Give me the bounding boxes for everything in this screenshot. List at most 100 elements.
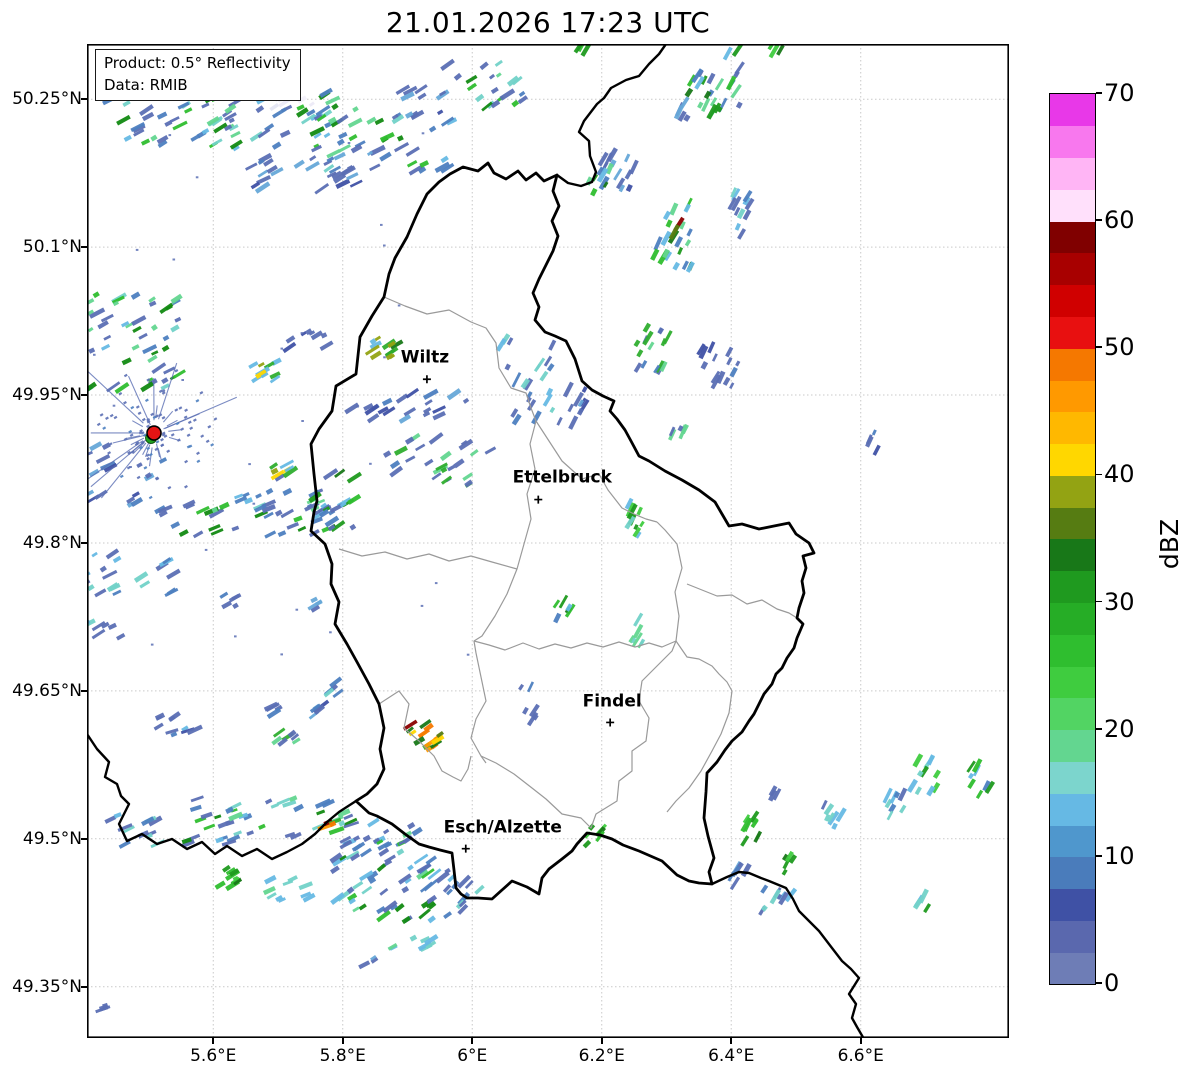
colorbar-axis-label: dBZ — [1155, 518, 1184, 570]
colorbar-tick-mark — [1096, 473, 1102, 476]
colorbar-band — [1050, 666, 1095, 699]
colorbar-band — [1050, 856, 1095, 890]
y-tick-mark — [81, 690, 87, 692]
colorbar-band — [1050, 348, 1095, 381]
colorbar-tick-mark — [1096, 346, 1102, 349]
colorbar-band — [1050, 221, 1095, 254]
y-tick-label: 49.65°N — [12, 680, 82, 701]
x-tick-label: 6.2°E — [578, 1046, 625, 1066]
colorbar-tick-label: 0 — [1104, 969, 1120, 997]
colorbar-tick-label: 40 — [1104, 460, 1135, 489]
canton-border — [338, 548, 518, 570]
city-label: Ettelbruck — [513, 468, 613, 488]
city-label: Esch/Alzette — [444, 818, 562, 838]
x-tick-label: 6°E — [457, 1046, 488, 1066]
canton-border — [473, 640, 677, 829]
colorbar-band — [1050, 507, 1095, 540]
luxembourg-border — [309, 161, 816, 901]
colorbar-band — [1050, 920, 1095, 953]
colorbar-band — [1050, 125, 1095, 159]
y-tick-mark — [81, 394, 87, 396]
colorbar-tick-mark — [1096, 982, 1102, 984]
y-tick-label: 49.95°N — [12, 385, 82, 406]
product-info-box: Product: 0.5° Reflectivity Data: RMIB — [95, 49, 301, 101]
city-label: Wiltz — [401, 347, 450, 367]
colorbar-band — [1050, 793, 1095, 826]
colorbar-tick-label: 70 — [1104, 79, 1135, 107]
colorbar-band — [1050, 284, 1095, 317]
radar-map-svg: Wiltz Ettelbruck Findel Esch/Alzette — [87, 44, 1009, 1038]
canton-border — [686, 583, 798, 619]
colorbar-band — [1050, 94, 1095, 127]
city-marker-icon — [461, 844, 470, 853]
y-tick-mark — [81, 98, 87, 101]
colorbar-band — [1050, 157, 1095, 190]
colorbar-band — [1050, 189, 1095, 222]
radar-site-dot — [146, 425, 162, 441]
colorbar-band — [1050, 729, 1095, 762]
city-findel: Findel — [583, 691, 642, 727]
colorbar-band — [1050, 316, 1095, 349]
x-tick-mark — [341, 1038, 344, 1044]
colorbar-band — [1050, 411, 1095, 445]
colorbar-tick-mark — [1096, 855, 1102, 857]
y-tick-mark — [81, 246, 87, 248]
canton-border — [656, 521, 683, 642]
colorbar-tick-label: 30 — [1104, 587, 1135, 616]
x-tick-mark — [600, 1038, 603, 1044]
colorbar-band — [1050, 443, 1095, 476]
canton-border — [378, 690, 472, 782]
colorbar-band — [1050, 888, 1095, 921]
y-tick-label: 49.5°N — [22, 828, 82, 849]
canton-border — [666, 640, 733, 813]
colorbar-band — [1050, 602, 1095, 635]
y-tick-label: 50.1°N — [22, 237, 82, 258]
y-tick-mark — [81, 838, 87, 840]
colorbar-band — [1050, 475, 1095, 508]
radar-echoes — [87, 44, 996, 1014]
colorbar-tick-mark — [1096, 727, 1102, 730]
y-tick-mark — [81, 985, 87, 988]
canton-borders — [338, 296, 798, 829]
colorbar-band — [1050, 761, 1095, 794]
city-marker-icon — [534, 495, 543, 504]
x-tick-mark — [859, 1038, 862, 1044]
radar-map-app: 21.01.2026 17:23 UTC Wiltz Ettelbruck Find… — [0, 0, 1184, 1081]
colorbar-tick-mark — [1096, 92, 1102, 94]
y-tick-mark — [81, 542, 87, 544]
city-esch-alzette: Esch/Alzette — [444, 818, 562, 853]
data-source-line: Data: RMIB — [104, 76, 188, 94]
colorbar-band — [1050, 697, 1095, 731]
city-marker-icon — [606, 718, 615, 727]
colorbar-band — [1050, 380, 1095, 413]
colorbar-tick-mark — [1096, 600, 1102, 603]
grid-lines — [87, 44, 1009, 1038]
y-tick-label: 50.25°N — [12, 89, 82, 110]
y-tick-label: 49.35°N — [12, 976, 82, 997]
city-marker-icon — [422, 375, 431, 384]
page-title: 21.01.2026 17:23 UTC — [385, 6, 711, 39]
colorbar-band — [1050, 952, 1095, 985]
x-tick-label: 6.4°E — [708, 1046, 755, 1066]
colorbar-band — [1050, 634, 1095, 667]
x-tick-label: 5.6°E — [190, 1046, 237, 1066]
map-plot-area: Wiltz Ettelbruck Findel Esch/Alzette Produc… — [87, 44, 1009, 1038]
colorbar-tick-label: 20 — [1104, 714, 1135, 743]
product-line: Product: 0.5° Reflectivity — [104, 54, 291, 72]
colorbar-tick-label: 10 — [1104, 841, 1135, 870]
x-tick-label: 6.6°E — [837, 1046, 884, 1066]
city-label: Findel — [583, 691, 642, 711]
colorbar-tick-mark — [1096, 219, 1102, 221]
x-tick-mark — [730, 1038, 733, 1044]
colorbar-tick-label: 60 — [1104, 206, 1135, 235]
radar-ground-clutter — [87, 362, 238, 500]
colorbar-band — [1050, 539, 1095, 572]
colorbar-band — [1050, 570, 1095, 604]
colorbar-band — [1050, 252, 1095, 286]
y-tick-label: 49.8°N — [22, 532, 82, 553]
x-tick-mark — [471, 1038, 474, 1044]
colorbar-band — [1050, 825, 1095, 858]
colorbar-tick-label: 50 — [1104, 333, 1135, 362]
x-tick-mark — [212, 1038, 215, 1044]
map-frame — [87, 44, 1009, 1038]
